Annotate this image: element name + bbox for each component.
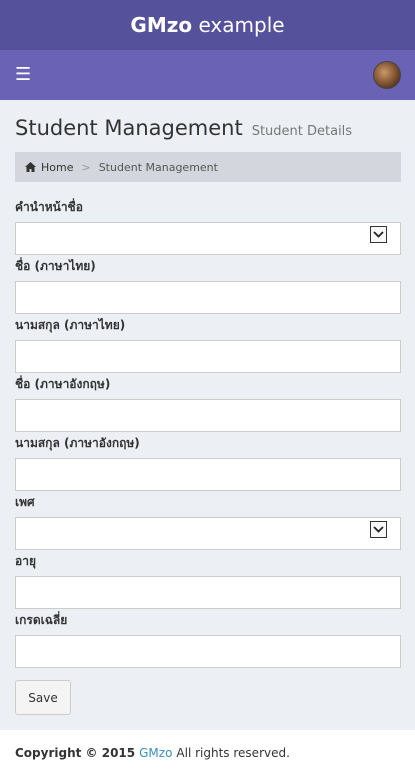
field-label-firstname-en: ชื่อ (ภาษาอังกฤษ) [15, 377, 111, 391]
footer-copyright: Copyright © 2015 [15, 745, 136, 760]
breadcrumb-current: Student Management [98, 160, 218, 174]
title-select[interactable] [15, 222, 401, 255]
navbar: ☰ [0, 50, 415, 100]
brand-name: GMzo [130, 13, 193, 37]
save-button[interactable]: Save [15, 680, 71, 715]
page-subtitle: Student Details [251, 124, 353, 139]
brand-suffix: example [192, 13, 285, 37]
footer-link[interactable]: GMzo [139, 746, 172, 760]
field-label-lastname-th: นามสกุล (ภาษาไทย) [15, 318, 126, 332]
page-title: Student Management [15, 116, 243, 140]
chevron-down-icon[interactable] [370, 521, 387, 538]
lastname-th-input[interactable] [15, 340, 401, 373]
field-label-title: คำนำหน้าชื่อ [15, 200, 83, 214]
field-label-firstname-th: ชื่อ (ภาษาไทย) [15, 259, 96, 273]
footer-rights: All rights reserved. [176, 745, 290, 760]
field-label-gender: เพศ [15, 495, 35, 509]
app-title-bar: GMzo example [0, 0, 415, 50]
hamburger-icon[interactable]: ☰ [15, 66, 31, 84]
field-label-lastname-en: นามสกุล (ภาษาอังกฤษ) [15, 436, 140, 450]
chevron-down-icon[interactable] [370, 226, 387, 243]
breadcrumb: Home > Student Management [15, 152, 401, 182]
avatar[interactable] [373, 61, 401, 89]
lastname-en-input[interactable] [15, 458, 401, 491]
breadcrumb-separator: > [81, 160, 91, 174]
page-header: Student Management Student Details [15, 116, 401, 140]
firstname-en-input[interactable] [15, 399, 401, 432]
gender-select[interactable] [15, 517, 401, 550]
field-label-gpa: เกรดเฉลี่ย [15, 613, 68, 627]
gpa-input[interactable] [15, 635, 401, 668]
student-form: คำนำหน้าชื่อ ชื่อ (ภาษาไทย) นามสกุล (ภาษ… [15, 200, 401, 715]
footer: Copyright © 2015 GMzo All rights reserve… [0, 730, 415, 775]
breadcrumb-home[interactable]: Home [25, 161, 73, 174]
firstname-th-input[interactable] [15, 281, 401, 314]
main-content: Student Management Student Details Home … [0, 116, 415, 715]
age-input[interactable] [15, 576, 401, 609]
home-icon [25, 162, 36, 172]
field-label-age: อายุ [15, 554, 36, 568]
breadcrumb-home-label: Home [41, 160, 74, 174]
